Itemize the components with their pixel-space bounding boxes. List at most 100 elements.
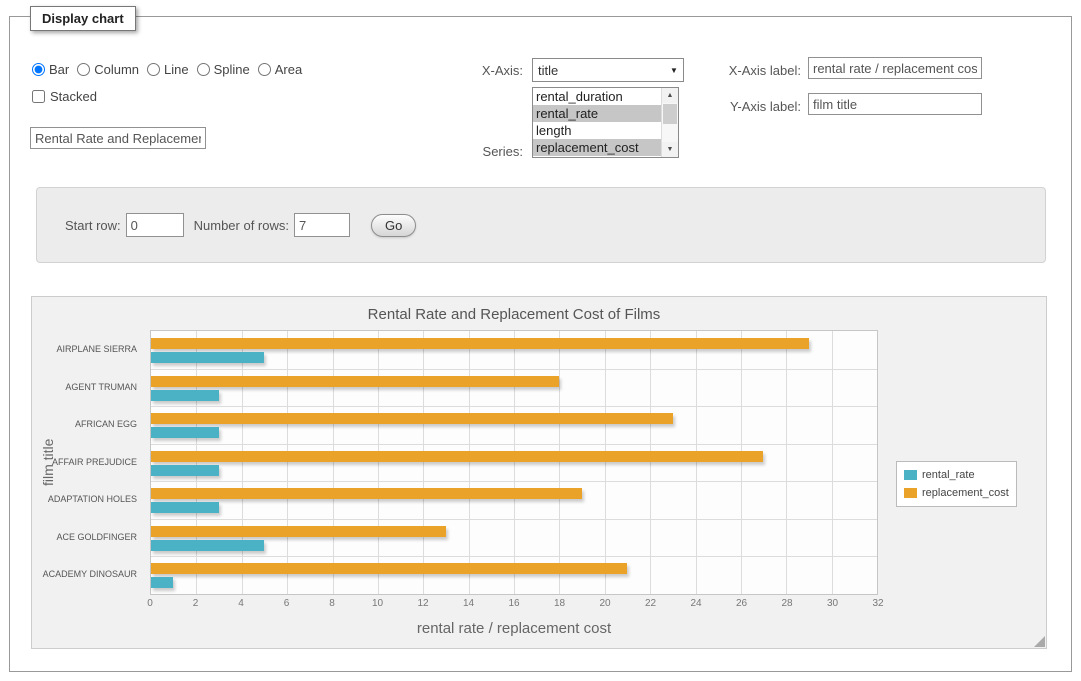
stacked-checkbox[interactable] (32, 90, 45, 103)
x-axis-ticks: 02468101214161820222426283032 (150, 598, 878, 612)
series-option-length[interactable]: length (533, 122, 661, 139)
series-option-replacement_cost[interactable]: replacement_cost (533, 139, 661, 156)
x-tick-label: 32 (872, 598, 883, 609)
x-tick-label: 26 (736, 598, 747, 609)
gridline (151, 444, 877, 445)
gridline (469, 331, 470, 594)
chart-type-radio-label: Column (94, 62, 139, 77)
y-axis-label-field-label: Y-Axis label: (651, 99, 801, 114)
gridline (741, 331, 742, 594)
gridline (514, 331, 515, 594)
x-tick-label: 14 (463, 598, 474, 609)
start-row-label: Start row: (65, 218, 121, 233)
category-axis-labels: AIRPLANE SIERRAAGENT TRUMANAFRICAN EGGAF… (32, 330, 144, 595)
chart-type-option-area[interactable]: Area (258, 62, 302, 77)
series-listbox[interactable]: rental_durationrental_ratelengthreplacem… (532, 87, 679, 158)
x-axis-label-input[interactable] (808, 57, 982, 79)
category-label: AGENT TRUMAN (32, 382, 137, 392)
x-tick-label: 10 (372, 598, 383, 609)
category-label: AIRPLANE SIERRA (32, 344, 137, 354)
bar-rental_rate (151, 577, 173, 588)
chart-type-radio-group: Bar Column Line Spline Area (32, 59, 310, 79)
chart-title-input[interactable] (30, 127, 206, 149)
bar-replacement_cost (151, 376, 559, 387)
bar-rental_rate (151, 427, 219, 438)
bar-rental_rate (151, 352, 264, 363)
category-label: ADAPTATION HOLES (32, 494, 137, 504)
series-option-rental_rate[interactable]: rental_rate (533, 105, 661, 122)
number-of-rows-label: Number of rows: (194, 218, 289, 233)
legend-swatch (904, 470, 917, 480)
legend-label: rental_rate (922, 469, 975, 481)
x-axis-label-field-label: X-Axis label: (651, 63, 801, 78)
chart-x-axis-title: rental rate / replacement cost (150, 620, 878, 637)
category-label: ACE GOLDFINGER (32, 532, 137, 542)
chart-type-radio-column[interactable] (77, 63, 90, 76)
bar-replacement_cost (151, 563, 627, 574)
bar-replacement_cost (151, 451, 763, 462)
gridline (605, 331, 606, 594)
go-button[interactable]: Go (371, 214, 416, 237)
chart-type-radio-label: Bar (49, 62, 69, 77)
bar-rental_rate (151, 465, 219, 476)
chart-type-radio-spline[interactable] (197, 63, 210, 76)
gridline (423, 331, 424, 594)
gridline (378, 331, 379, 594)
plot-area (150, 330, 878, 595)
category-label: AFFAIR PREJUDICE (32, 457, 137, 467)
chart-type-radio-area[interactable] (258, 63, 271, 76)
series-field-label: Series: (423, 144, 523, 159)
resize-handle-icon[interactable] (1034, 636, 1045, 647)
chart-type-option-bar[interactable]: Bar (32, 62, 69, 77)
bar-rental_rate (151, 390, 219, 401)
panel-legend[interactable]: Display chart (30, 6, 136, 31)
chart-type-radio-line[interactable] (147, 63, 160, 76)
x-tick-label: 6 (284, 598, 290, 609)
x-tick-label: 16 (508, 598, 519, 609)
row-range-panel: Start row: Number of rows: Go (36, 187, 1046, 263)
gridline (151, 369, 877, 370)
chart-legend: rental_rate replacement_cost (896, 461, 1017, 507)
series-listbox-options: rental_durationrental_ratelengthreplacem… (533, 88, 661, 157)
x-axis-select-value: title (533, 63, 665, 78)
start-row-input[interactable] (126, 213, 184, 237)
chart-container: Rental Rate and Replacement Cost of Film… (31, 296, 1047, 649)
bar-replacement_cost (151, 413, 673, 424)
display-chart-panel: Display chart BarColumnLineSplineArea St… (9, 16, 1072, 672)
x-tick-label: 12 (417, 598, 428, 609)
gridline (650, 331, 651, 594)
chart-type-option-line[interactable]: Line (147, 62, 189, 77)
x-tick-label: 22 (645, 598, 656, 609)
x-tick-label: 24 (690, 598, 701, 609)
bar-rental_rate (151, 502, 219, 513)
legend-item-replacement_cost: replacement_cost (904, 484, 1009, 502)
y-axis-label-input[interactable] (808, 93, 982, 115)
x-tick-label: 2 (193, 598, 199, 609)
x-tick-label: 4 (238, 598, 244, 609)
gridline (151, 481, 877, 482)
gridline (786, 331, 787, 594)
gridline (696, 331, 697, 594)
stacked-label: Stacked (50, 89, 97, 104)
chart-type-radio-bar[interactable] (32, 63, 45, 76)
gridline (196, 331, 197, 594)
x-tick-label: 8 (329, 598, 335, 609)
number-of-rows-input[interactable] (294, 213, 350, 237)
stacked-option[interactable]: Stacked (32, 89, 97, 104)
chart-type-option-spline[interactable]: Spline (197, 62, 250, 77)
x-tick-label: 18 (554, 598, 565, 609)
chart-type-radio-label: Spline (214, 62, 250, 77)
x-tick-label: 28 (781, 598, 792, 609)
chart-type-radio-label: Area (275, 62, 302, 77)
legend-item-rental_rate: rental_rate (904, 466, 1009, 484)
bar-replacement_cost (151, 338, 809, 349)
x-tick-label: 0 (147, 598, 153, 609)
chart-type-option-column[interactable]: Column (77, 62, 139, 77)
gridline (333, 331, 334, 594)
legend-swatch (904, 488, 917, 498)
series-option-rental_duration[interactable]: rental_duration (533, 88, 661, 105)
bar-rental_rate (151, 540, 264, 551)
scroll-down-icon[interactable]: ▼ (662, 142, 678, 157)
chart-title: Rental Rate and Replacement Cost of Film… (150, 306, 878, 323)
bar-replacement_cost (151, 488, 582, 499)
